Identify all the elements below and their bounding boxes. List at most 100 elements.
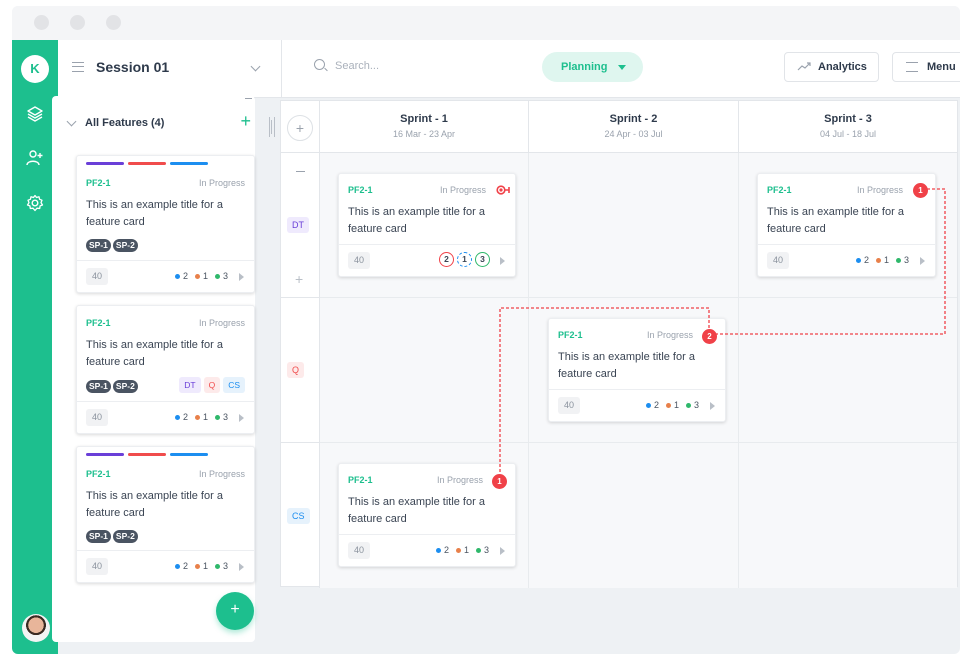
story-points: 40 — [348, 252, 370, 269]
chevron-down-icon[interactable] — [250, 61, 261, 72]
session-title: Session 01 — [96, 59, 170, 75]
sprint-header[interactable]: Sprint - 2 24 Apr - 03 Jul — [529, 101, 739, 153]
board-feature-card[interactable]: PF2-1 In Progress This is an example tit… — [338, 173, 516, 277]
board-feature-card[interactable]: PF2-1 In Progress 1 This is an example t… — [757, 173, 936, 277]
team-chip-dt[interactable]: DT — [287, 217, 309, 233]
card-id[interactable]: PF2-1 — [558, 330, 583, 340]
sprint-tag: SP-2 — [112, 530, 138, 543]
ring-count: 1 — [457, 252, 472, 267]
sprint-name: Sprint - 3 — [824, 113, 872, 125]
window-minimize-dot[interactable] — [70, 15, 85, 30]
team-chip-q[interactable]: Q — [203, 377, 221, 393]
menu-button[interactable]: Menu — [892, 52, 960, 82]
count-green: 3 — [215, 561, 228, 571]
card-id[interactable]: PF2-1 — [348, 185, 373, 195]
layers-icon[interactable] — [25, 104, 45, 124]
board-cell[interactable] — [739, 443, 957, 588]
analytics-label: Analytics — [818, 61, 867, 73]
count-orange: 1 — [666, 400, 679, 410]
feature-card[interactable]: PF2-1 In Progress This is an example tit… — [76, 305, 255, 434]
expand-arrow-icon[interactable] — [239, 273, 244, 281]
ticket-counts: 213 — [175, 561, 228, 571]
expand-arrow-icon[interactable] — [239, 414, 244, 422]
color-bars — [86, 162, 208, 165]
add-sprint-button[interactable]: + — [287, 115, 313, 141]
feature-card[interactable]: PF2-1 In Progress This is an example tit… — [76, 446, 255, 583]
board-feature-card[interactable]: PF2-1 In Progress 1 This is an example t… — [338, 463, 516, 567]
user-avatar[interactable] — [22, 614, 50, 642]
card-id[interactable]: PF2-1 — [767, 185, 792, 195]
workspace-avatar[interactable]: K — [21, 55, 49, 83]
board-cell[interactable] — [529, 443, 739, 588]
count-green: 3 — [896, 255, 909, 265]
feature-card[interactable]: PF2-1 In Progress This is an example tit… — [76, 155, 255, 293]
mode-dropdown[interactable]: Planning — [542, 52, 643, 82]
board-cell[interactable] — [320, 298, 529, 443]
count-green: 3 — [215, 271, 228, 281]
hamburger-icon[interactable] — [72, 62, 84, 72]
card-footer: 40 213 — [77, 401, 254, 433]
features-title: All Features (4) — [85, 117, 165, 129]
analytics-button[interactable]: Analytics — [784, 52, 879, 82]
sprint-dates: 24 Apr - 03 Jul — [604, 129, 663, 139]
count-orange: 1 — [876, 255, 889, 265]
card-title: This is an example title for a feature c… — [86, 339, 223, 368]
collapse-row-icon[interactable] — [296, 171, 305, 172]
card-id[interactable]: PF2-1 — [348, 475, 373, 485]
team-chip-dt[interactable]: DT — [179, 377, 201, 393]
sprint-header[interactable]: Sprint - 1 16 Mar - 23 Apr — [320, 101, 529, 153]
card-id[interactable]: PF2-1 — [86, 469, 111, 479]
expand-arrow-icon[interactable] — [500, 257, 505, 265]
card-title: This is an example title for a feature c… — [558, 351, 695, 380]
dependency-badge[interactable]: 1 — [913, 183, 928, 198]
card-status: In Progress — [436, 475, 483, 485]
board-cell[interactable] — [739, 298, 957, 443]
count-orange: 1 — [456, 545, 469, 555]
card-status: In Progress — [646, 330, 693, 340]
count-green: 3 — [215, 412, 228, 422]
sprint-tags: SP-1 SP-2 — [86, 239, 138, 252]
sprint-tag: SP-2 — [112, 380, 138, 393]
count-blue: 2 — [646, 400, 659, 410]
window-maximize-dot[interactable] — [106, 15, 121, 30]
chevron-down-icon[interactable] — [66, 116, 77, 127]
board-feature-card[interactable]: PF2-1 In Progress 2 This is an example t… — [548, 318, 726, 422]
board-cell[interactable] — [529, 153, 739, 298]
sprint-name: Sprint - 2 — [609, 113, 658, 125]
settings-icon[interactable] — [25, 193, 45, 213]
sprint-tag: SP-1 — [86, 530, 111, 543]
add-floating-button[interactable]: + — [216, 592, 254, 630]
sprint-header[interactable]: Sprint - 3 04 Jul - 18 Jul — [739, 101, 957, 153]
search-input[interactable]: Search... — [335, 60, 379, 72]
ring-count: 2 — [439, 252, 454, 267]
story-points: 40 — [558, 397, 580, 414]
count-green: 3 — [476, 545, 489, 555]
dependency-badge[interactable]: 2 — [702, 329, 717, 344]
add-user-icon[interactable] — [25, 148, 45, 168]
top-bar: Session 01 Search... Planning Analytics … — [58, 40, 960, 98]
count-blue: 2 — [436, 545, 449, 555]
expand-arrow-icon[interactable] — [239, 563, 244, 571]
expand-arrow-icon[interactable] — [710, 402, 715, 410]
sprint-name: Sprint - 1 — [400, 113, 448, 125]
color-bar — [86, 162, 124, 165]
dependency-badge[interactable]: 1 — [492, 474, 507, 489]
session-selector[interactable]: Session 01 — [58, 40, 282, 98]
card-id[interactable]: PF2-1 — [86, 178, 111, 188]
add-row-icon[interactable]: + — [295, 271, 303, 287]
team-chip-cs[interactable]: CS — [223, 377, 245, 393]
card-id[interactable]: PF2-1 — [86, 318, 111, 328]
dependency-icon[interactable] — [496, 185, 510, 195]
team-chip-q[interactable]: Q — [287, 362, 305, 378]
window-close-dot[interactable] — [34, 15, 49, 30]
expand-arrow-icon[interactable] — [500, 547, 505, 555]
ticket-rings: 2 1 3 — [439, 252, 490, 267]
add-feature-button[interactable]: + — [240, 111, 251, 132]
panel-resize-handle[interactable] — [269, 117, 275, 137]
card-title: This is an example title for a feature c… — [86, 199, 223, 228]
team-chip-cs[interactable]: CS — [287, 508, 310, 524]
ring-count: 3 — [475, 252, 490, 267]
expand-arrow-icon[interactable] — [920, 257, 925, 265]
features-header: All Features (4) + — [52, 96, 255, 146]
count-blue: 2 — [175, 271, 188, 281]
